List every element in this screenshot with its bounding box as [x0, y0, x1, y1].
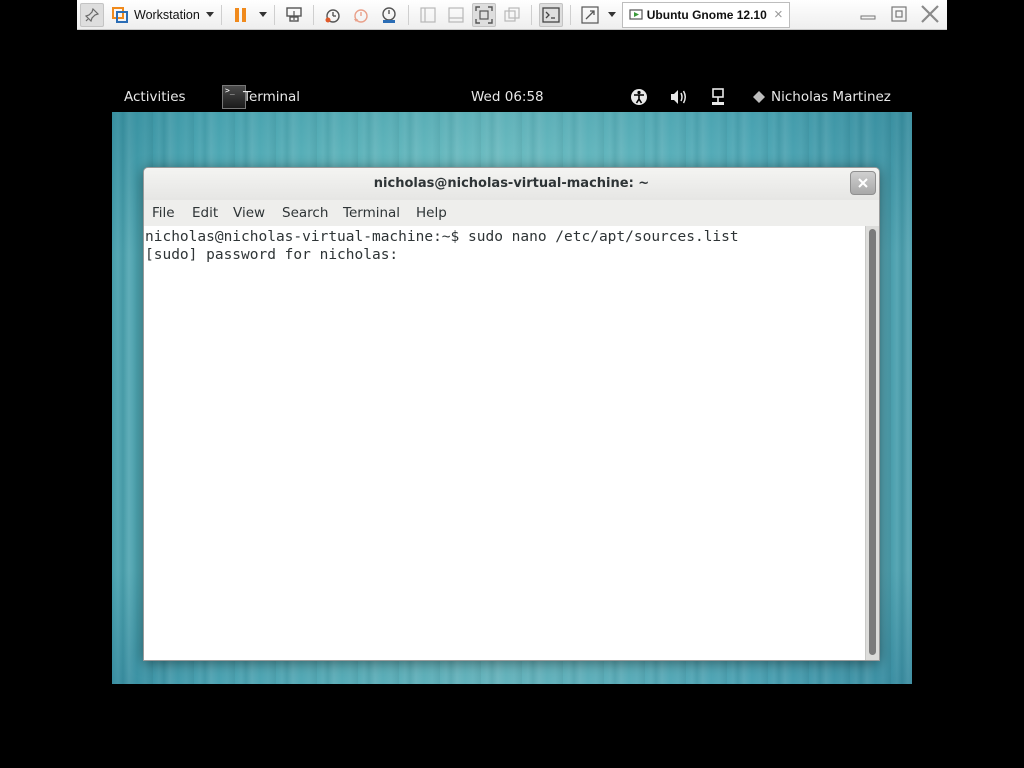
restore-icon: [891, 6, 907, 22]
close-icon: [858, 178, 868, 188]
close-tab-icon[interactable]: ×: [774, 6, 783, 23]
accessibility-icon[interactable]: [630, 88, 648, 110]
terminal-line: [sudo] password for nicholas:: [145, 247, 407, 263]
full-screen-button[interactable]: [471, 2, 496, 28]
pause-icon: [229, 3, 253, 27]
window-title: nicholas@nicholas-virtual-machine: ~: [373, 176, 650, 191]
snapshot-manager-icon: [377, 3, 401, 27]
console-view-icon: [538, 2, 563, 27]
minimize-button[interactable]: [857, 3, 879, 25]
user-status-icon: [752, 90, 766, 108]
menu-search[interactable]: Search: [282, 205, 328, 221]
restore-button[interactable]: [888, 3, 910, 25]
menu-terminal[interactable]: Terminal: [343, 205, 400, 221]
desktop-background: nicholas@nicholas-virtual-machine: ~ Fil…: [112, 112, 912, 684]
menu-edit[interactable]: Edit: [192, 205, 218, 221]
console-view-button[interactable]: [538, 2, 563, 28]
toolbar-divider: [530, 4, 532, 25]
pause-button[interactable]: [229, 2, 267, 28]
snapshot-manager-button[interactable]: [377, 2, 401, 28]
app-menu-terminal[interactable]: Terminal: [243, 89, 300, 105]
vm-tab-label: Ubuntu Gnome 12.10: [646, 7, 767, 22]
user-menu[interactable]: Nicholas Martinez: [771, 89, 891, 105]
minimize-icon: [860, 15, 876, 20]
pin-icon: [80, 2, 104, 27]
pin-button[interactable]: [80, 2, 104, 28]
activities-button[interactable]: Activities: [124, 89, 186, 105]
revert-snapshot-icon: [349, 3, 373, 27]
show-library-icon: [416, 3, 440, 27]
unity-icon: [500, 3, 524, 27]
guest-display[interactable]: Activities >_ Terminal Wed 06:58 Nichola…: [112, 82, 912, 684]
send-ctrl-alt-del-button[interactable]: [282, 2, 306, 28]
workstation-label: Workstation: [134, 7, 200, 22]
workstation-menu-button[interactable]: Workstation: [108, 2, 214, 28]
thumbnail-bar-icon: [444, 3, 468, 27]
stretch-guest-icon: [578, 3, 602, 27]
menu-help[interactable]: Help: [416, 205, 447, 221]
menu-file[interactable]: File: [152, 205, 175, 221]
close-button[interactable]: [850, 171, 876, 195]
toolbar-divider: [273, 4, 275, 25]
vmware-toolbar: Workstation Ubuntu Gnome 12.10 ×: [77, 0, 947, 30]
vmware-logo-icon: [108, 3, 132, 27]
toolbar-divider: [569, 4, 571, 25]
vm-running-icon: [629, 8, 643, 22]
network-icon[interactable]: [711, 88, 725, 110]
vm-tab-ubuntu-gnome[interactable]: Ubuntu Gnome 12.10 ×: [621, 1, 790, 28]
chevron-down-icon: [607, 12, 616, 17]
snapshot-icon: [321, 3, 345, 27]
menu-bar: File Edit View Search Terminal Help: [144, 200, 879, 226]
close-icon: [921, 5, 939, 23]
toolbar-divider: [220, 4, 222, 25]
scrollbar-thumb[interactable]: [869, 229, 876, 655]
show-library-button[interactable]: [416, 2, 440, 28]
volume-icon[interactable]: [670, 89, 688, 109]
chevron-down-icon: [258, 12, 267, 17]
stretch-guest-button[interactable]: [578, 2, 616, 28]
toolbar-divider: [407, 4, 409, 25]
close-window-button[interactable]: [919, 3, 941, 25]
gnome-top-bar: Activities >_ Terminal Wed 06:58 Nichola…: [112, 82, 912, 112]
toolbar-divider: [312, 4, 314, 25]
clock[interactable]: Wed 06:58: [471, 89, 544, 105]
terminal-output[interactable]: nicholas@nicholas-virtual-machine:~$ sud…: [144, 226, 867, 660]
scrollbar[interactable]: [865, 226, 879, 660]
window-titlebar[interactable]: nicholas@nicholas-virtual-machine: ~: [144, 168, 879, 200]
revert-snapshot-button[interactable]: [349, 2, 373, 28]
chevron-down-icon: [205, 12, 214, 17]
take-snapshot-button[interactable]: [321, 2, 345, 28]
full-screen-icon: [471, 2, 496, 27]
thumbnail-bar-button[interactable]: [444, 2, 468, 28]
unity-button[interactable]: [500, 2, 524, 28]
terminal-window: nicholas@nicholas-virtual-machine: ~ Fil…: [143, 167, 880, 661]
send-ctrl-alt-del-icon: [282, 3, 306, 27]
menu-view[interactable]: View: [233, 205, 265, 221]
terminal-line: nicholas@nicholas-virtual-machine:~$ sud…: [145, 229, 739, 245]
